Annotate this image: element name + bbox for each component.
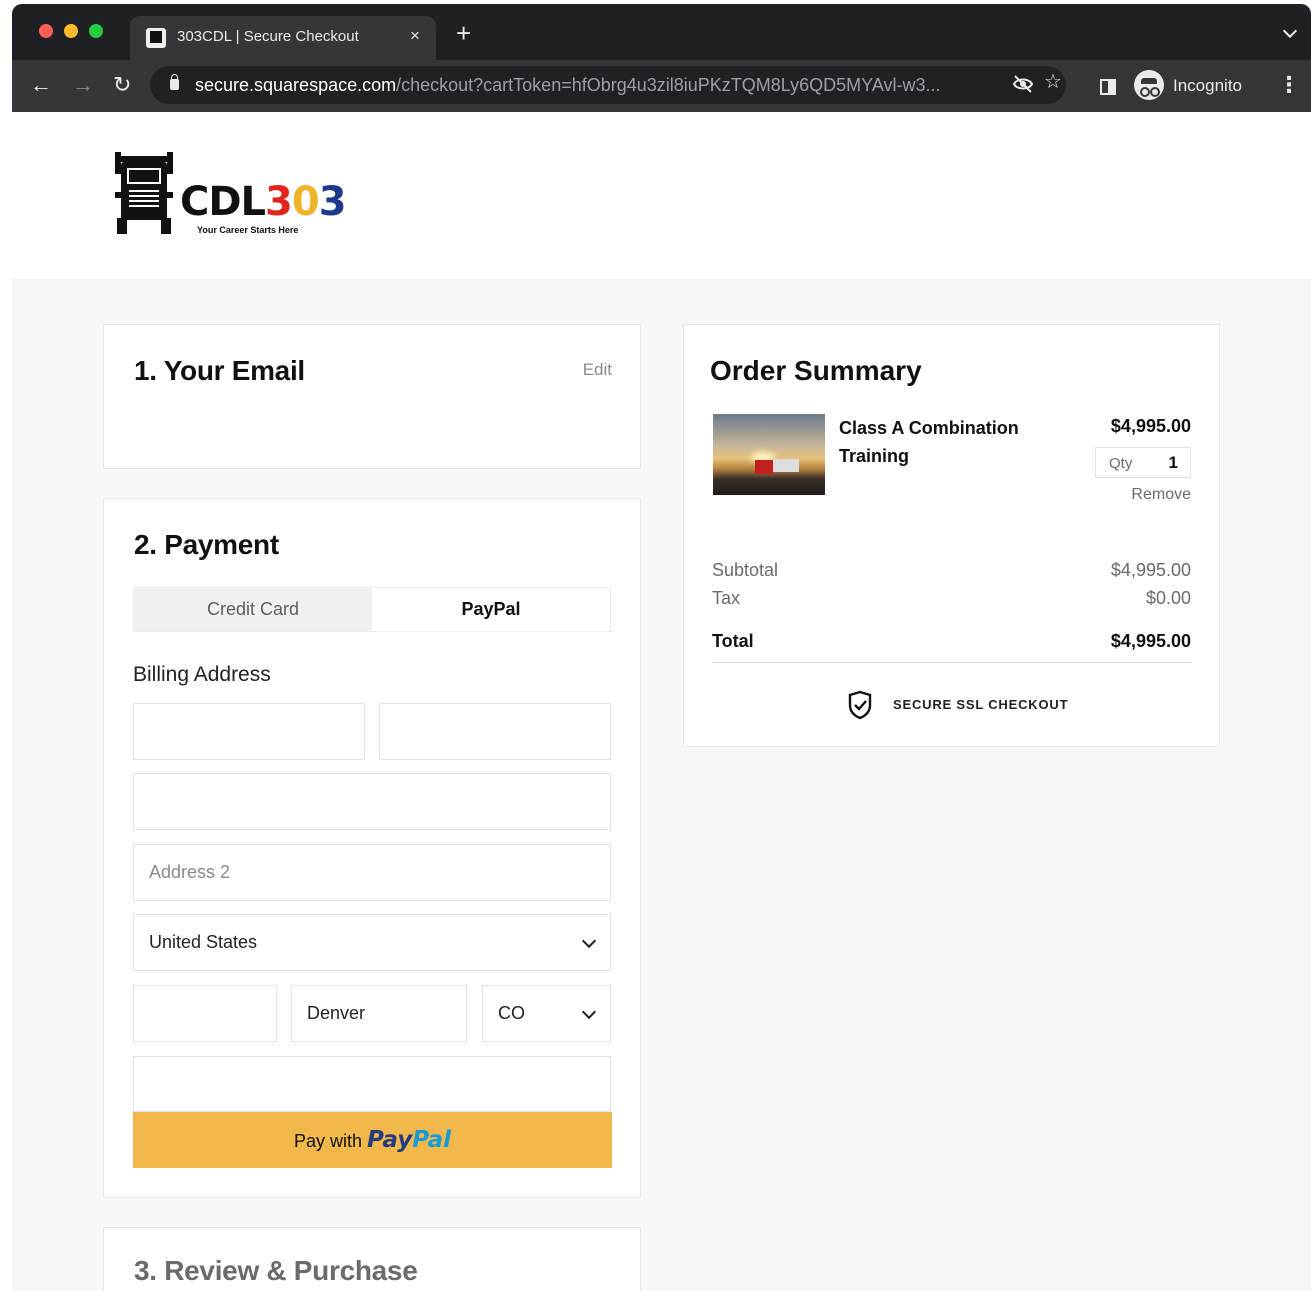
- tax-row: Tax $0.00: [712, 588, 1191, 609]
- payment-heading: 2. Payment: [134, 529, 279, 560]
- browser-toolbar: ← → ↻ secure.squarespace.com/checkout?ca…: [12, 60, 1311, 112]
- zip-input[interactable]: [149, 986, 261, 1041]
- shield-check-icon: [848, 690, 872, 720]
- remove-item-link[interactable]: Remove: [1131, 486, 1191, 504]
- email-section: 1. Your Email Edit: [103, 324, 641, 469]
- subtotal-label: Subtotal: [712, 560, 779, 580]
- subtotal-value: $4,995.00: [1110, 560, 1191, 580]
- secure-checkout-badge: SECURE SSL CHECKOUT: [847, 690, 1087, 720]
- product-image[interactable]: [713, 414, 825, 495]
- subtotal-row: Subtotal $4,995.00: [712, 560, 1191, 581]
- review-heading: 3. Review & Purchase: [134, 1255, 418, 1286]
- address1-input[interactable]: [149, 774, 595, 829]
- qty-value[interactable]: 1: [1169, 453, 1178, 473]
- payment-section: 2. Payment Credit Card PayPal Billing Ad…: [103, 498, 641, 1198]
- tab-search-chevron-icon[interactable]: [1282, 23, 1298, 39]
- total-label: Total: [712, 631, 754, 651]
- review-section: 3. Review & Purchase: [103, 1227, 641, 1291]
- address2-input[interactable]: [149, 845, 595, 900]
- minimize-window-button[interactable]: [64, 24, 78, 38]
- forward-arrow-icon[interactable]: →: [72, 71, 94, 99]
- eye-off-icon[interactable]: [1012, 73, 1034, 101]
- tab-title: 303CDL | Secure Checkout: [177, 28, 359, 45]
- lock-icon[interactable]: [170, 74, 179, 90]
- pay-with-paypal-button[interactable]: Pay with PayPal: [133, 1112, 612, 1168]
- address-bar[interactable]: secure.squarespace.com/checkout?cartToke…: [150, 66, 1066, 104]
- favicon-icon: [146, 28, 166, 48]
- site-header: CDL303 Your Career Starts Here: [12, 112, 1311, 280]
- tab-paypal[interactable]: PayPal: [372, 588, 610, 631]
- product-price: $4,995.00: [1110, 416, 1191, 436]
- country-value: United States: [149, 932, 258, 952]
- city-field[interactable]: [291, 985, 467, 1042]
- url-text[interactable]: secure.squarespace.com/checkout?cartToke…: [195, 75, 941, 96]
- incognito-icon: [1134, 70, 1164, 100]
- browser-window: 303CDL | Secure Checkout × + ← → ↻ secur…: [12, 4, 1311, 1291]
- truck-cab: [755, 460, 773, 474]
- last-name-field[interactable]: [379, 703, 611, 760]
- incognito-profile[interactable]: Incognito: [1132, 68, 1272, 102]
- zip-field[interactable]: [133, 985, 277, 1042]
- payment-method-tabs: Credit Card PayPal: [133, 587, 611, 632]
- edit-email-link[interactable]: Edit: [583, 360, 612, 380]
- state-select[interactable]: CO: [482, 985, 611, 1042]
- tab-close-icon[interactable]: ×: [410, 26, 420, 46]
- first-name-input[interactable]: [149, 704, 349, 759]
- address1-field[interactable]: [133, 773, 611, 830]
- tab-bar: 303CDL | Secure Checkout × +: [12, 4, 1311, 60]
- city-input[interactable]: [307, 986, 451, 1041]
- phone-input[interactable]: [149, 1057, 595, 1112]
- billing-address-label: Billing Address: [133, 663, 271, 686]
- paypal-logo: PayPal: [367, 1127, 452, 1153]
- url-path: /checkout?cartToken=hfObrg4u3zil8iuPKzTQ…: [396, 75, 941, 95]
- star-icon[interactable]: ☆: [1044, 69, 1062, 94]
- total-value: $4,995.00: [1110, 631, 1191, 651]
- order-summary-heading: Order Summary: [710, 355, 922, 386]
- truck-trailer: [773, 459, 799, 472]
- product-name[interactable]: Class A Combination Training: [839, 414, 1049, 470]
- total-row: Total $4,995.00: [712, 631, 1191, 663]
- zoom-window-button[interactable]: [89, 24, 103, 38]
- browser-tab[interactable]: 303CDL | Secure Checkout ×: [130, 16, 436, 60]
- truck-logo-icon: [115, 152, 173, 234]
- url-host: secure.squarespace.com: [195, 75, 397, 95]
- menu-icon[interactable]: ⋮: [1278, 72, 1300, 98]
- reload-icon[interactable]: ↻: [113, 71, 131, 99]
- profile-label: Incognito: [1173, 76, 1242, 95]
- address2-field[interactable]: [133, 844, 611, 901]
- tax-label: Tax: [712, 588, 741, 608]
- country-select[interactable]: United States: [133, 914, 611, 971]
- paypal-button-prefix: Pay with: [293, 1131, 362, 1151]
- back-arrow-icon[interactable]: ←: [30, 71, 52, 99]
- side-panel-icon[interactable]: [1100, 79, 1116, 95]
- logo-wordmark: CDL303: [180, 179, 347, 225]
- quantity-field[interactable]: Qty 1: [1095, 447, 1191, 478]
- tax-value: $0.00: [1145, 588, 1191, 608]
- state-value: CO: [498, 1003, 525, 1023]
- site-logo[interactable]: CDL303 Your Career Starts Here: [113, 152, 347, 242]
- email-heading: 1. Your Email: [134, 355, 305, 386]
- qty-label: Qty: [1109, 455, 1133, 472]
- phone-field[interactable]: [133, 1056, 611, 1112]
- tab-credit-card[interactable]: Credit Card: [134, 588, 372, 631]
- first-name-field[interactable]: [133, 703, 365, 760]
- close-window-button[interactable]: [39, 24, 53, 38]
- last-name-input[interactable]: [395, 704, 595, 759]
- order-summary: Order Summary Class A Combination Traini…: [683, 324, 1220, 747]
- secure-checkout-label: SECURE SSL CHECKOUT: [893, 697, 1069, 712]
- new-tab-button[interactable]: +: [456, 20, 471, 46]
- logo-tagline: Your Career Starts Here: [197, 225, 299, 235]
